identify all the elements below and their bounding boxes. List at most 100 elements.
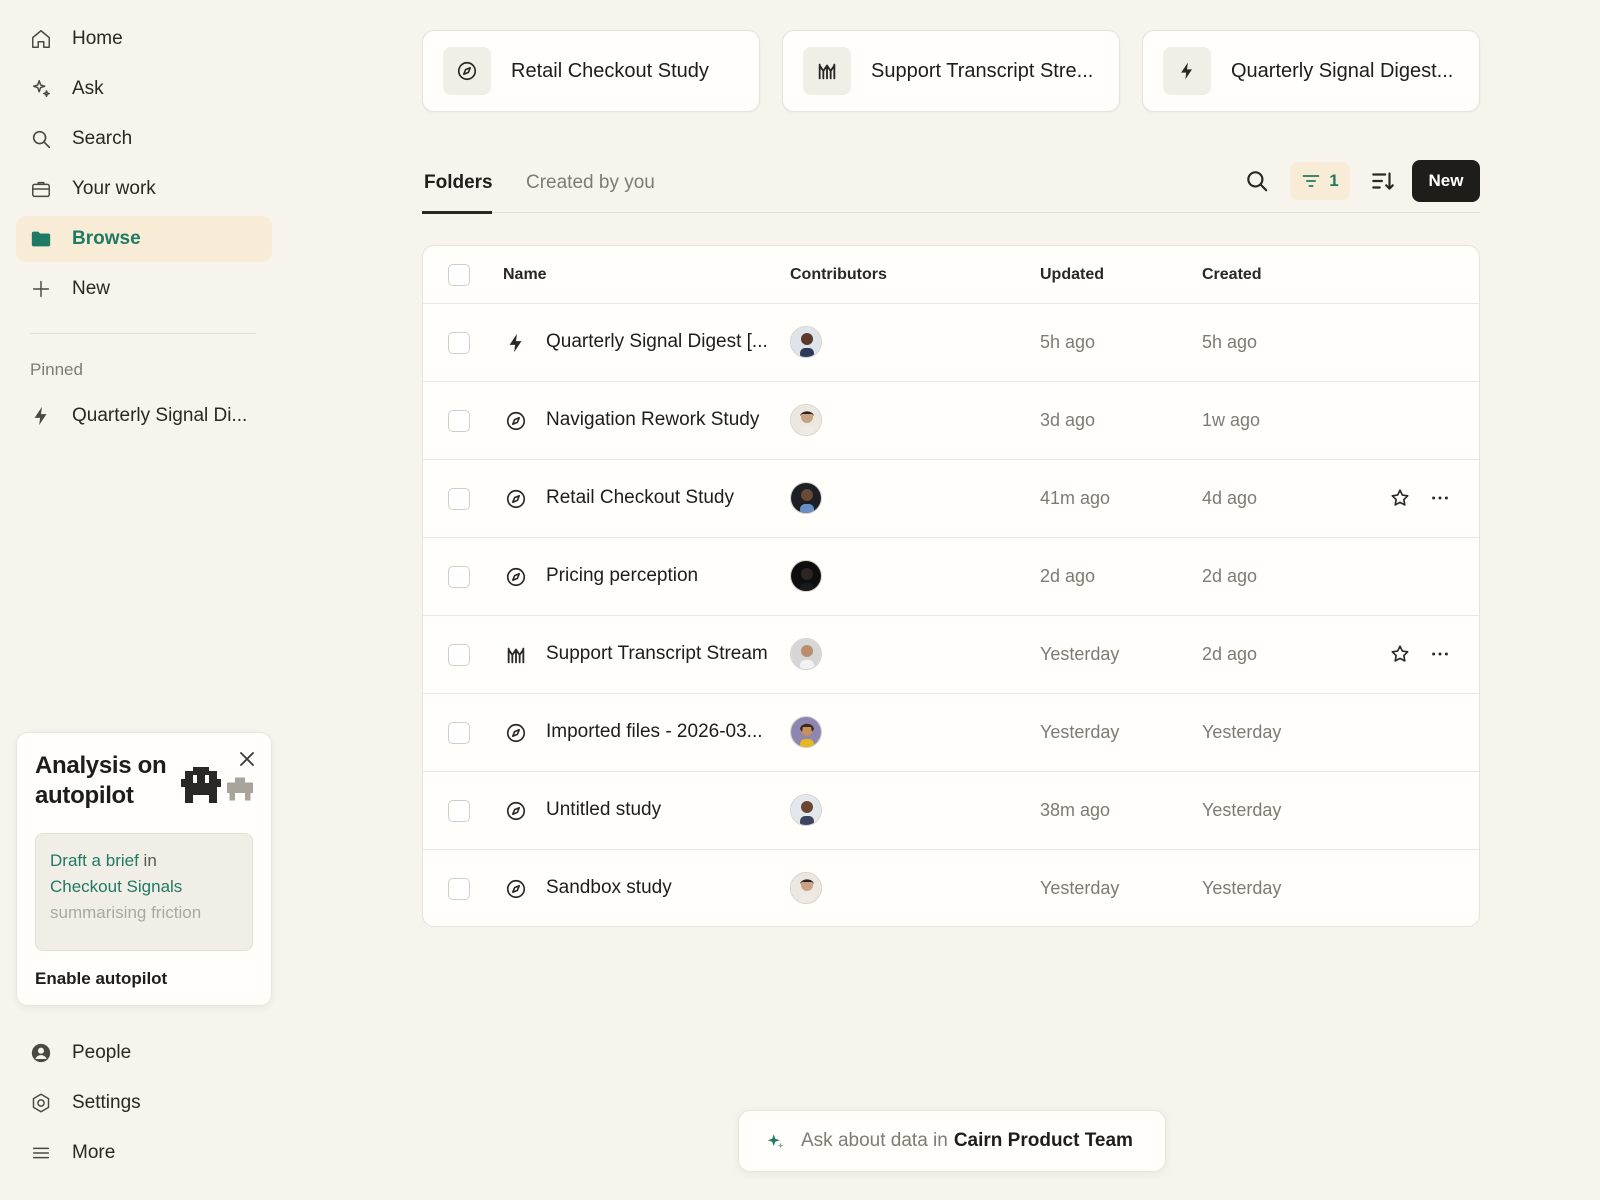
sparkle-icon [767,1134,784,1149]
avatar [790,716,822,748]
more-options-icon[interactable] [1429,487,1451,509]
sidebar-item-new[interactable]: New [16,266,272,312]
briefcase-icon [32,181,50,198]
row-checkbox[interactable] [448,722,470,744]
row-created: Yesterday [1202,878,1282,898]
autopilot-draft-preview: Draft a brief in Checkout Signals summar… [35,833,253,951]
sidebar-divider [30,333,256,334]
robot-icon [181,767,221,803]
row-name: Sandbox study [546,877,672,898]
close-icon[interactable] [237,749,257,769]
compass-icon [506,723,526,743]
tab-folders[interactable]: Folders [424,172,493,194]
tab-created-by-you[interactable]: Created by you [526,172,655,194]
column-header-name[interactable]: Name [503,266,547,284]
sidebar-item-home[interactable]: Home [16,16,272,62]
sidebar-item-label: Home [72,28,123,49]
row-name: Navigation Rework Study [546,409,760,430]
sidebar-item-label: People [72,1042,132,1063]
table-row[interactable]: Quarterly Signal Digest [... 5h ago 5h a… [423,304,1479,382]
avatar [790,482,822,514]
draft-action-text: Draft a brief [50,851,139,870]
sidebar-item-search[interactable]: Search [16,116,272,162]
avatar [790,872,822,904]
column-header-updated[interactable]: Updated [1040,266,1104,284]
folders-table: Name Contributors Updated Created Quarte… [422,245,1480,927]
new-button[interactable]: New [1412,160,1480,202]
sort-icon[interactable] [1370,168,1396,194]
star-icon[interactable] [1389,487,1411,509]
star-icon[interactable] [1389,643,1411,665]
quick-access-label: Quarterly Signal Digest... [1231,59,1454,82]
stream-icon [818,63,836,80]
folder-icon [31,231,51,247]
sidebar-item-ask[interactable]: Ask [16,66,272,112]
sidebar-item-label: New [72,278,111,299]
stream-icon [507,647,525,664]
row-checkbox[interactable] [448,800,470,822]
gear-icon [32,1093,50,1113]
active-tab-indicator [422,211,492,214]
sidebar: Home Ask Search Your work Browse New Pin… [0,0,290,1200]
quick-access-label: Retail Checkout Study [511,59,709,82]
search-icon[interactable] [1244,168,1270,194]
row-name: Untitled study [546,799,662,820]
sidebar-item-people[interactable]: People [16,1030,272,1076]
draft-target-text: Checkout Signals [50,877,183,896]
quick-access-card-retail-checkout[interactable]: Retail Checkout Study [422,30,760,112]
row-checkbox[interactable] [448,332,470,354]
sidebar-item-label: Browse [72,228,141,249]
row-name: Retail Checkout Study [546,487,734,508]
enable-autopilot-button[interactable]: Enable autopilot [35,969,167,989]
sidebar-item-browse[interactable]: Browse [16,216,272,262]
quick-access-card-support-transcript[interactable]: Support Transcript Stre... [782,30,1120,112]
row-updated: 38m ago [1040,800,1111,820]
sidebar-item-your-work[interactable]: Your work [16,166,272,212]
row-created: 5h ago [1202,332,1258,352]
row-name: Support Transcript Stream [546,643,768,664]
row-checkbox[interactable] [448,878,470,900]
sidebar-bottom-nav: People Settings More [16,1030,272,1180]
sidebar-item-label: Your work [72,178,156,199]
avatar [790,638,822,670]
search-icon [32,130,51,149]
select-all-checkbox[interactable] [448,264,470,286]
row-checkbox[interactable] [448,644,470,666]
row-created: 1w ago [1202,410,1261,430]
pinned-item[interactable]: Quarterly Signal Di... [16,393,272,439]
ask-data-input[interactable]: Ask about data in Cairn Product Team [738,1110,1166,1172]
sidebar-item-settings[interactable]: Settings [16,1080,272,1126]
column-header-contributors[interactable]: Contributors [790,266,887,284]
filter-button[interactable]: 1 [1290,162,1350,200]
row-checkbox[interactable] [448,410,470,432]
row-created: Yesterday [1202,722,1282,742]
robot-small-icon [227,777,253,801]
sparkles-icon [32,80,50,98]
row-checkbox[interactable] [448,566,470,588]
table-row[interactable]: Retail Checkout Study 41m ago 4d ago [423,460,1479,538]
sidebar-item-label: Search [72,128,133,149]
table-header: Name Contributors Updated Created [423,246,1479,304]
table-row[interactable]: Imported files - 2026-03... Yesterday Ye… [423,694,1479,772]
table-row[interactable]: Support Transcript Stream Yesterday 2d a… [423,616,1479,694]
table-row[interactable]: Pricing perception 2d ago 2d ago [423,538,1479,616]
compass-icon [506,411,526,431]
row-updated: 3d ago [1040,410,1096,430]
row-updated: 41m ago [1040,488,1111,508]
table-row[interactable]: Navigation Rework Study 3d ago 1w ago [423,382,1479,460]
quick-access-card-quarterly-signal[interactable]: Quarterly Signal Digest... [1142,30,1480,112]
sidebar-item-label: Settings [72,1092,141,1113]
filter-count: 1 [1329,171,1339,190]
row-updated: Yesterday [1040,722,1120,742]
more-options-icon[interactable] [1429,643,1451,665]
avatar [790,560,822,592]
column-header-created[interactable]: Created [1202,266,1262,284]
sidebar-item-more[interactable]: More [16,1130,272,1176]
compass-icon [506,567,526,587]
row-checkbox[interactable] [448,488,470,510]
table-row[interactable]: Sandbox study Yesterday Yesterday [423,850,1479,926]
avatar [790,326,822,358]
table-row[interactable]: Untitled study 38m ago Yesterday [423,772,1479,850]
ask-placeholder-text: Ask about data in [801,1130,948,1151]
avatar [790,404,822,436]
